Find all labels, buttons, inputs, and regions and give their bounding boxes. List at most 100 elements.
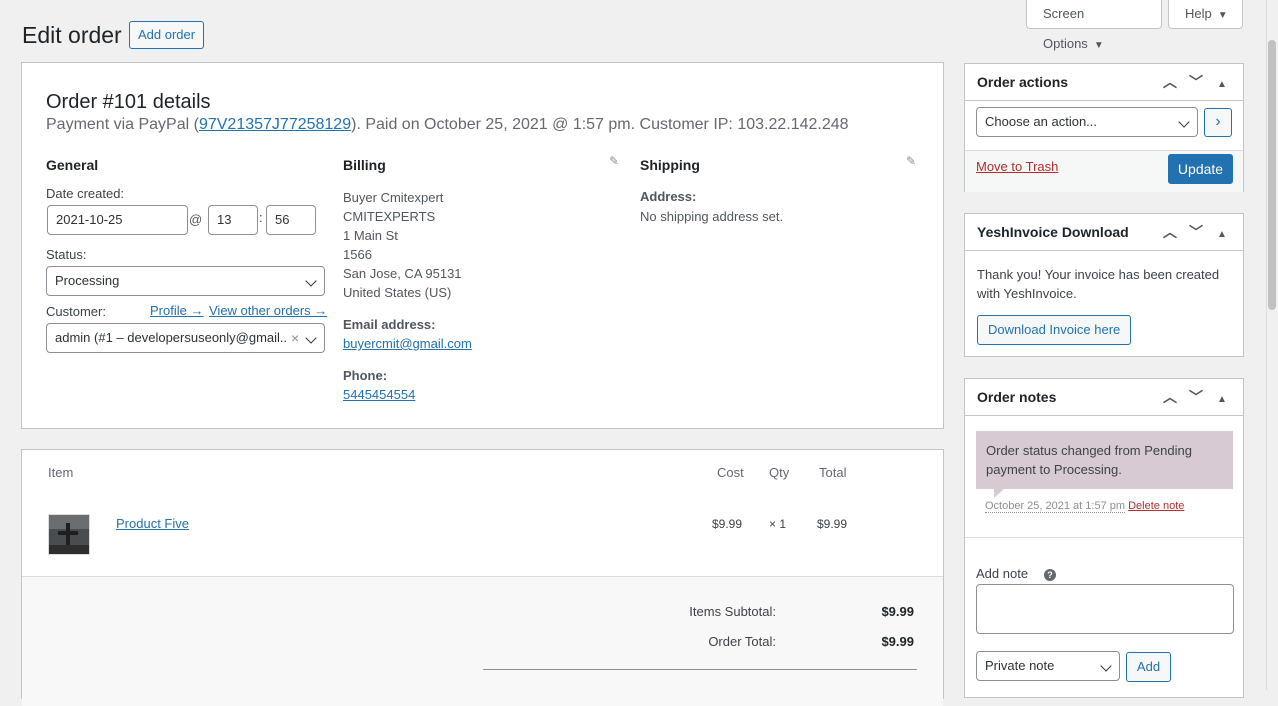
- billing-line: CMITEXPERTS: [343, 209, 436, 224]
- hour-input[interactable]: 13: [208, 205, 258, 235]
- billing-line: 1 Main St: [343, 228, 398, 243]
- minute-input[interactable]: 56: [266, 205, 316, 235]
- customer-label: Customer:: [46, 304, 106, 319]
- billing-heading: Billing: [343, 157, 386, 173]
- total-column-header: Total: [819, 465, 847, 480]
- notes-divider: [965, 537, 1243, 538]
- add-note-label: Add note: [976, 566, 1029, 581]
- move-up-icon[interactable]: ︿: [1157, 214, 1183, 251]
- order-actions-header: Order actions ︿ ﹀ ▲: [965, 64, 1243, 101]
- order-total-label: Order Total:: [708, 634, 776, 649]
- product-link[interactable]: Product Five: [116, 516, 189, 531]
- billing-line: San Jose, CA 95131: [343, 266, 462, 281]
- yeshinvoice-title: YeshInvoice Download: [977, 224, 1129, 240]
- billing-line: United States (US): [343, 285, 452, 300]
- delete-note-link[interactable]: Delete note: [1128, 500, 1184, 512]
- move-up-icon[interactable]: ︿: [1157, 64, 1183, 101]
- totals-divider: [483, 669, 917, 670]
- profile-link[interactable]: Profile →: [150, 303, 203, 318]
- page-title: Edit order: [22, 22, 122, 48]
- note-meta: October 25, 2021 at 1:57 pm Delete note: [985, 500, 1184, 513]
- edit-shipping-icon[interactable]: ✎: [906, 154, 916, 168]
- cost-column-header: Cost: [717, 465, 744, 480]
- billing-address: Buyer Cmitexpert CMITEXPERTS 1 Main St 1…: [343, 188, 603, 302]
- add-order-button[interactable]: Add order: [129, 21, 205, 49]
- item-column-header: Item: [48, 465, 74, 480]
- note-type-select[interactable]: Private note: [976, 651, 1120, 681]
- payment-info-prefix: Payment via PayPal (: [46, 116, 199, 133]
- toggle-panel-icon[interactable]: ▲: [1209, 216, 1235, 253]
- at-symbol: @: [189, 212, 203, 227]
- shipping-address-label: Address:: [640, 189, 697, 204]
- note-textarea[interactable]: [976, 584, 1234, 634]
- move-to-trash-link[interactable]: Move to Trash: [976, 159, 1058, 174]
- help-tab[interactable]: Help ▼: [1168, 0, 1243, 29]
- note-date: October 25, 2021 at 1:57 pm: [985, 500, 1126, 513]
- general-heading: General: [46, 157, 99, 173]
- date-created-label: Date created:: [46, 186, 125, 201]
- help-label: Help: [1185, 6, 1212, 21]
- chevron-down-icon: [1178, 116, 1190, 128]
- customer-value: admin (#1 – developersuseonly@gmail....: [55, 330, 287, 345]
- email-label: Email address:: [343, 317, 436, 332]
- caret-down-icon: ▼: [1093, 40, 1104, 51]
- clear-icon[interactable]: ×: [291, 324, 299, 352]
- status-value: Processing: [55, 273, 120, 288]
- product-thumbnail: [48, 514, 90, 555]
- update-button[interactable]: Update: [1168, 154, 1233, 184]
- screen-options-tab[interactable]: Screen Options ▼: [1026, 0, 1162, 51]
- toggle-panel-icon[interactable]: ▲: [1209, 66, 1235, 103]
- item-qty: × 1: [769, 517, 787, 531]
- phone-label: Phone:: [343, 368, 388, 383]
- yeshinvoice-box: YeshInvoice Download ︿ ﹀ ▲ Thank you! Your…: [964, 213, 1244, 357]
- order-items-panel: Item Cost Qty Total Product Five $9.99 ×…: [21, 449, 944, 706]
- billing-line: 1566: [343, 247, 372, 262]
- qty-column-header: Qty: [769, 465, 790, 480]
- status-label: Status:: [46, 247, 87, 262]
- item-cost: $9.99: [712, 517, 743, 531]
- table-row: [22, 494, 943, 576]
- order-notes-box: Order notes ︿ ﹀ ▲ Order status changed fro…: [964, 378, 1244, 698]
- apply-action-button[interactable]: ›: [1204, 108, 1232, 137]
- order-details-panel: Order #101 details Payment via PayPal (9…: [21, 62, 944, 429]
- box-controls: ︿ ﹀ ▲: [1157, 379, 1235, 418]
- status-select[interactable]: Processing: [46, 266, 325, 296]
- order-action-select[interactable]: Choose an action...: [976, 107, 1198, 137]
- order-actions-box: Order actions ︿ ﹀ ▲ Choose an action... › …: [964, 63, 1244, 192]
- invoice-message: Thank you! Your invoice has been created…: [977, 267, 1220, 301]
- phone-link[interactable]: 5445454554: [343, 387, 415, 402]
- payment-info-suffix: ). Paid on October 25, 2021 @ 1:57 pm. C…: [351, 116, 849, 133]
- box-controls: ︿ ﹀ ▲: [1157, 64, 1235, 103]
- order-title: Order #101 details: [46, 91, 211, 113]
- move-up-icon[interactable]: ︿: [1157, 379, 1183, 416]
- box-controls: ︿ ﹀ ▲: [1157, 214, 1235, 253]
- transaction-link[interactable]: 97V21357J77258129: [199, 116, 351, 133]
- move-down-icon[interactable]: ﹀: [1183, 214, 1209, 251]
- move-down-icon[interactable]: ﹀: [1183, 379, 1209, 416]
- order-notes-title: Order notes: [977, 389, 1057, 405]
- shipping-heading: Shipping: [640, 157, 700, 173]
- email-link[interactable]: buyercmit@gmail.com: [343, 336, 472, 351]
- note-type-value: Private note: [985, 658, 1055, 673]
- scrollbar-thumb[interactable]: [1268, 40, 1276, 310]
- date-input[interactable]: 2021-10-25: [47, 205, 188, 235]
- edit-billing-icon[interactable]: ✎: [609, 154, 619, 168]
- payment-info: Payment via PayPal (97V21357J77258129). …: [46, 115, 849, 135]
- shipping-address: No shipping address set.: [640, 209, 784, 224]
- view-other-orders-link[interactable]: View other orders →: [209, 303, 327, 318]
- item-total: $9.99: [817, 517, 848, 531]
- download-invoice-button[interactable]: Download Invoice here: [977, 315, 1132, 345]
- yeshinvoice-header: YeshInvoice Download ︿ ﹀ ▲: [965, 214, 1243, 251]
- customer-select[interactable]: admin (#1 – developersuseonly@gmail.... …: [46, 323, 325, 353]
- billing-line: Buyer Cmitexpert: [343, 190, 444, 205]
- chevron-down-icon: [305, 332, 317, 344]
- chevron-down-icon: [305, 275, 317, 287]
- caret-down-icon: ▼: [1217, 10, 1228, 21]
- move-down-icon[interactable]: ﹀: [1183, 64, 1209, 101]
- order-action-value: Choose an action...: [985, 114, 1098, 129]
- note-bubble: Order status changed from Pending paymen…: [976, 431, 1233, 489]
- help-tip-icon[interactable]: ?: [1044, 569, 1056, 581]
- add-note-button[interactable]: Add: [1126, 652, 1171, 682]
- time-colon: :: [259, 210, 263, 225]
- toggle-panel-icon[interactable]: ▲: [1209, 381, 1235, 418]
